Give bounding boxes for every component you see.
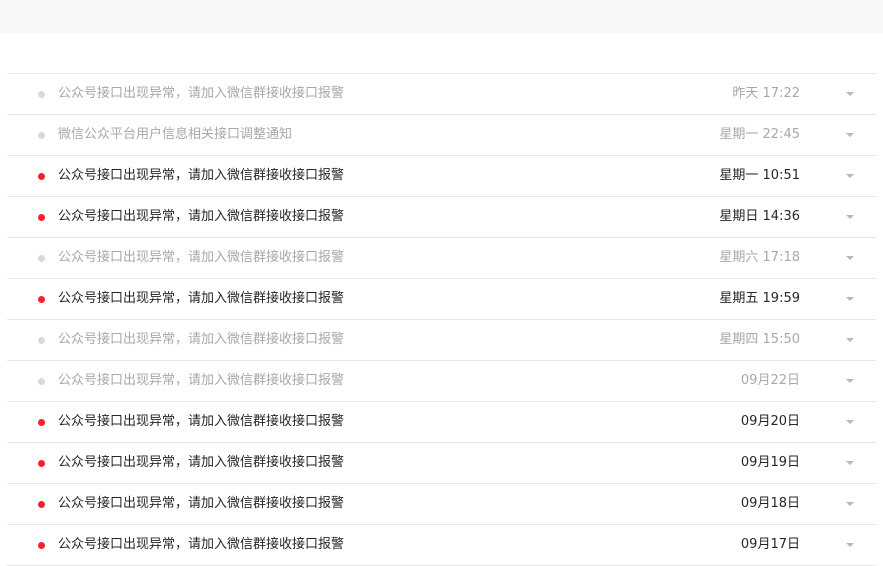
notification-title[interactable]: 公众号接口出现异常，请加入微信群接收接口报警: [58, 208, 344, 226]
chevron-down-icon[interactable]: [846, 215, 854, 219]
chevron-down-icon[interactable]: [846, 379, 854, 383]
chevron-down-icon[interactable]: [846, 133, 854, 137]
notification-title[interactable]: 公众号接口出现异常，请加入微信群接收接口报警: [58, 372, 344, 390]
notification-row[interactable]: 公众号接口出现异常，请加入微信群接收接口报警 09月18日: [7, 484, 876, 525]
status-dot-icon: [38, 501, 45, 508]
chevron-down-icon[interactable]: [846, 338, 854, 342]
notification-title[interactable]: 微信公众平台用户信息相关接口调整通知: [58, 126, 292, 144]
chevron-down-icon[interactable]: [846, 502, 854, 506]
chevron-down-icon[interactable]: [846, 461, 854, 465]
notification-time: 09月18日: [740, 496, 800, 511]
chevron-down-icon[interactable]: [846, 174, 854, 178]
notification-time: 星期一 22:45: [719, 127, 800, 142]
notification-row[interactable]: 公众号接口出现异常，请加入微信群接收接口报警 09月22日: [7, 361, 876, 402]
notification-time: 星期五 19:59: [719, 291, 800, 306]
status-dot-icon: [38, 542, 45, 549]
status-dot-icon: [38, 419, 45, 426]
top-bar: [0, 0, 883, 33]
notification-time: 星期四 15:50: [719, 332, 800, 347]
notification-title[interactable]: 公众号接口出现异常，请加入微信群接收接口报警: [58, 167, 344, 185]
status-dot-icon: [38, 255, 45, 262]
status-dot-icon: [38, 460, 45, 467]
notification-row[interactable]: 公众号接口出现异常，请加入微信群接收接口报警 昨天 17:22: [7, 74, 876, 115]
chevron-down-icon[interactable]: [846, 543, 854, 547]
notification-row[interactable]: 公众号接口出现异常，请加入微信群接收接口报警 09月19日: [7, 443, 876, 484]
notification-row[interactable]: 公众号接口出现异常，请加入微信群接收接口报警 星期日 14:36: [7, 197, 876, 238]
notification-row[interactable]: 微信公众平台用户信息相关接口调整通知 星期一 22:45: [7, 115, 876, 156]
notification-row[interactable]: 公众号接口出现异常，请加入微信群接收接口报警 星期六 17:18: [7, 238, 876, 279]
chevron-down-icon[interactable]: [846, 297, 854, 301]
notification-title[interactable]: 公众号接口出现异常，请加入微信群接收接口报警: [58, 249, 344, 267]
notification-title[interactable]: 公众号接口出现异常，请加入微信群接收接口报警: [58, 454, 344, 472]
notification-time: 昨天 17:22: [732, 86, 800, 101]
notification-time: 09月20日: [740, 414, 800, 429]
notification-time: 星期一 10:51: [719, 168, 800, 183]
status-dot-icon: [38, 91, 45, 98]
status-dot-icon: [38, 214, 45, 221]
status-dot-icon: [38, 132, 45, 139]
notification-title[interactable]: 公众号接口出现异常，请加入微信群接收接口报警: [58, 85, 344, 103]
chevron-down-icon[interactable]: [846, 92, 854, 96]
notification-time: 09月17日: [740, 537, 800, 552]
status-dot-icon: [38, 378, 45, 385]
notification-time: 09月22日: [740, 373, 800, 388]
status-dot-icon: [38, 173, 45, 180]
notification-row[interactable]: 公众号接口出现异常，请加入微信群接收接口报警 09月20日: [7, 402, 876, 443]
notification-title[interactable]: 公众号接口出现异常，请加入微信群接收接口报警: [58, 413, 344, 431]
notification-title[interactable]: 公众号接口出现异常，请加入微信群接收接口报警: [58, 331, 344, 349]
notification-title[interactable]: 公众号接口出现异常，请加入微信群接收接口报警: [58, 536, 344, 554]
notification-title[interactable]: 公众号接口出现异常，请加入微信群接收接口报警: [58, 290, 344, 308]
status-dot-icon: [38, 337, 45, 344]
notification-row[interactable]: 公众号接口出现异常，请加入微信群接收接口报警 09月17日: [7, 525, 876, 566]
notification-time: 星期六 17:18: [719, 250, 800, 265]
chevron-down-icon[interactable]: [846, 420, 854, 424]
notification-row[interactable]: 公众号接口出现异常，请加入微信群接收接口报警 星期五 19:59: [7, 279, 876, 320]
notification-row[interactable]: 公众号接口出现异常，请加入微信群接收接口报警 星期四 15:50: [7, 320, 876, 361]
chevron-down-icon[interactable]: [846, 256, 854, 260]
notification-title[interactable]: 公众号接口出现异常，请加入微信群接收接口报警: [58, 495, 344, 513]
notification-time: 星期日 14:36: [719, 209, 800, 224]
notification-time: 09月19日: [740, 455, 800, 470]
notification-row[interactable]: 公众号接口出现异常，请加入微信群接收接口报警 星期一 10:51: [7, 156, 876, 197]
notification-list: 公众号接口出现异常，请加入微信群接收接口报警 昨天 17:22 微信公众平台用户…: [7, 73, 876, 566]
status-dot-icon: [38, 296, 45, 303]
